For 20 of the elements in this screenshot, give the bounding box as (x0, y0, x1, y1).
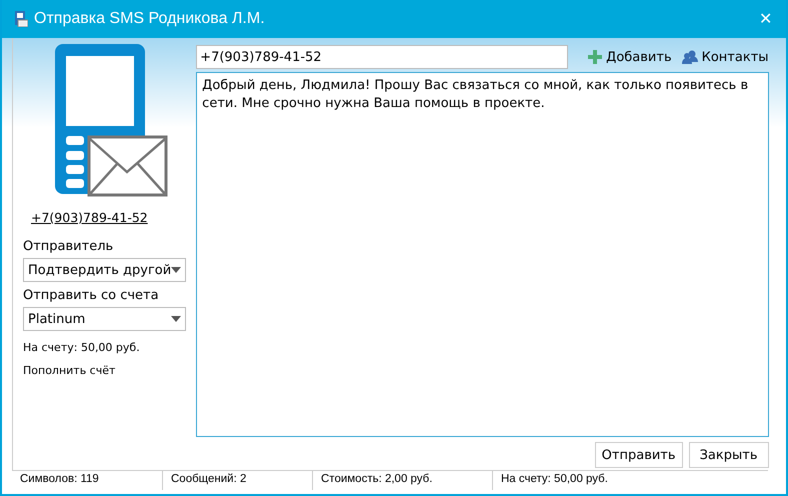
account-dropdown[interactable]: Platinum (23, 307, 186, 331)
sms-icon (14, 11, 28, 27)
status-cell-text: Символов: 119 (19, 472, 100, 487)
account-label: Отправить со счета (23, 288, 160, 303)
plus-icon (588, 50, 602, 64)
send-button[interactable]: Отправить (594, 442, 683, 468)
close-dialog-button[interactable]: Закрыть (688, 442, 769, 468)
dropdown-arrow-icon (171, 316, 182, 322)
contacts-button[interactable]: Контакты (682, 50, 769, 64)
dropdown-arrow-icon (171, 267, 182, 273)
recipient-field[interactable]: +7(903)789-41-52 (196, 45, 568, 69)
message-field[interactable]: Добрый день, Людмила! Прошу Вас связаться со мной, как только появитесь в сети. Мне срочно нужна Ваша помощь в проекте. (196, 72, 769, 437)
sender-label: Отправитель (23, 239, 114, 254)
phone-link[interactable]: +7(903)789-41-52 (31, 210, 186, 225)
top-up-link[interactable]: Пополнить счёт (23, 364, 186, 377)
balance-text: На счету: 50,00 руб. (23, 341, 141, 354)
people-icon (682, 50, 698, 64)
window-title: Отправка SMS Родникова Л.М. (34, 10, 266, 28)
sender-dropdown[interactable]: Подтвердить другой (23, 258, 186, 282)
add-button[interactable]: Добавить (588, 50, 672, 64)
